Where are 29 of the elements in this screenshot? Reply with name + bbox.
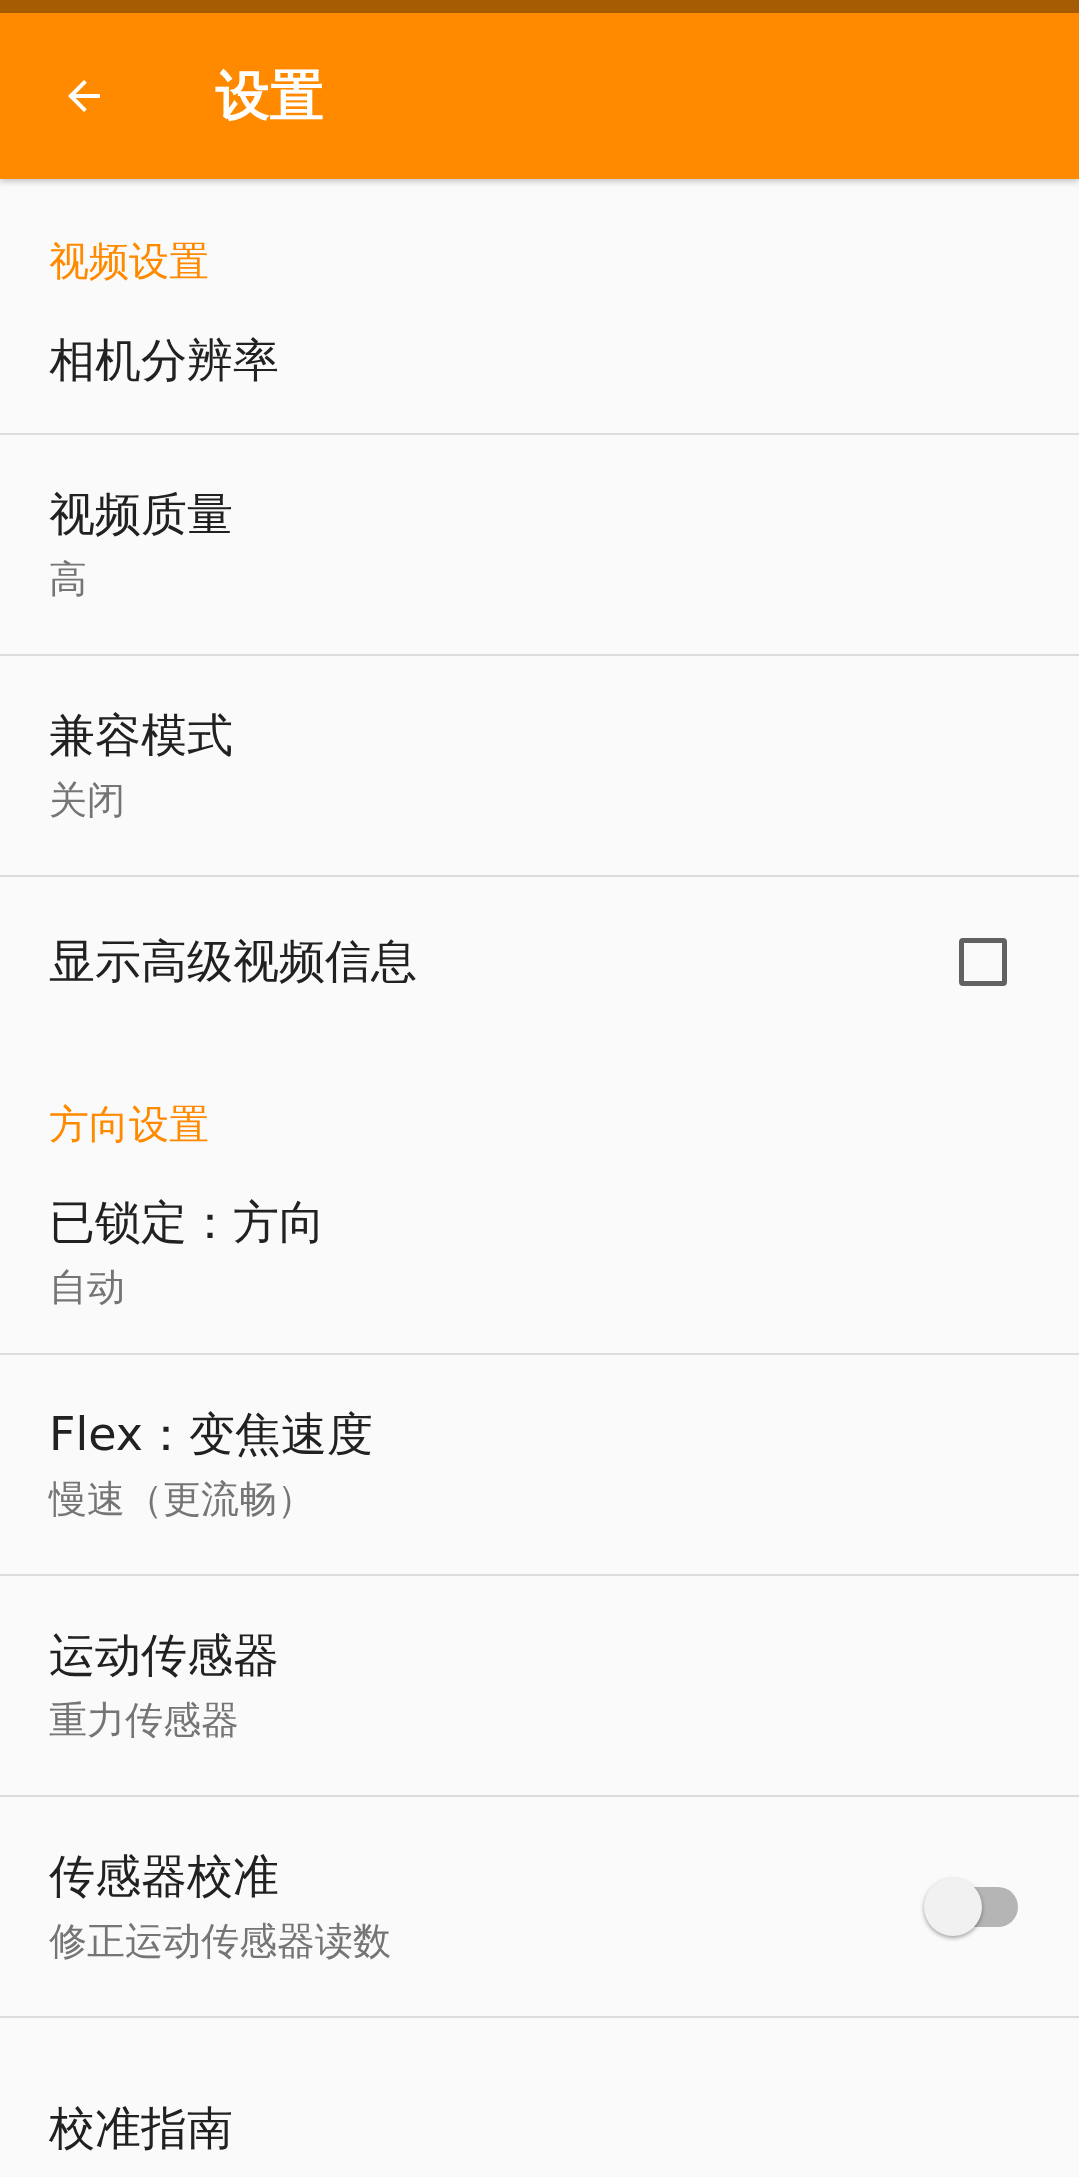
settings-item[interactable]: 兼容模式 关闭 [0,656,1079,877]
section-header: 方向设置 [48,1100,210,1149]
item-title: 运动传感器 [49,1627,280,1684]
settings-item[interactable]: 已锁定：方向 自动 [0,1152,1079,1355]
item-summary: 关闭 [49,777,126,824]
settings-item[interactable]: Flex：变焦速度 慢速（更流畅） [0,1355,1079,1576]
settings-item[interactable]: 视频质量 高 [0,435,1079,656]
item-title: 相机分辨率 [49,332,280,389]
item-title: 视频质量 [49,486,234,543]
settings-item[interactable]: 传感器校准 修正运动传感器读数 [0,1797,1079,2018]
section-header: 视频设置 [48,237,210,286]
toggle-switch[interactable] [924,1877,1018,1936]
item-summary: 自动 [49,1264,126,1311]
item-title: Flex：变焦速度 [49,1406,374,1463]
item-summary: 重力传感器 [49,1697,240,1744]
settings-item[interactable]: 运动传感器 重力传感器 [0,1576,1079,1797]
item-summary: 慢速（更流畅） [49,1476,316,1523]
item-summary: 修正运动传感器读数 [49,1918,392,1965]
checkbox[interactable] [959,938,1007,986]
screen-title: 设置 [216,62,324,129]
settings-item[interactable]: 相机分辨率 [0,289,1079,435]
settings-item[interactable]: 显示高级视频信息 [0,877,1079,1047]
item-title: 传感器校准 [49,1848,280,1905]
item-title: 显示高级视频信息 [49,933,418,990]
item-title: 兼容模式 [49,707,234,764]
settings-item[interactable]: 校准指南 [0,2018,1079,2177]
item-summary: 高 [49,556,88,603]
item-title: 校准指南 [49,2099,234,2157]
item-title: 已锁定：方向 [49,1194,326,1251]
